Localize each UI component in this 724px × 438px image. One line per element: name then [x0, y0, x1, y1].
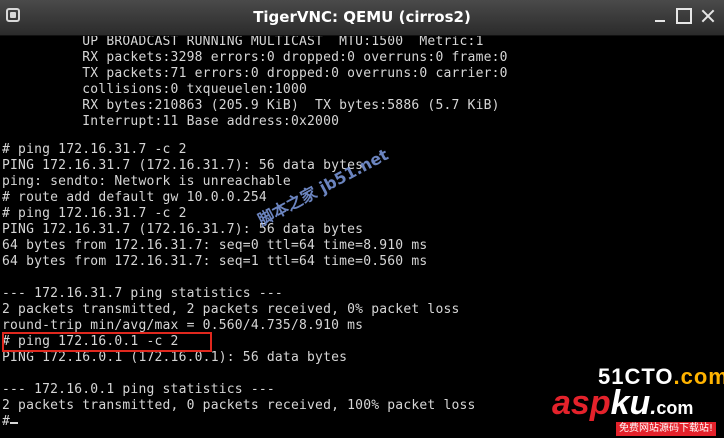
terminal-line: # ping 172.16.31.7 -c 2 — [2, 142, 187, 157]
window-titlebar[interactable]: TigerVNC: QEMU (cirros2) — [0, 0, 724, 36]
logo-com-text: com — [656, 398, 694, 418]
terminal-line: 64 bytes from 172.16.31.7: seq=0 ttl=64 … — [2, 238, 428, 253]
terminal-line: 2 packets transmitted, 2 packets receive… — [2, 302, 460, 317]
terminal-cursor — [10, 422, 18, 424]
terminal-line: --- 172.16.31.7 ping statistics --- — [2, 286, 283, 301]
terminal-line: TX packets:71 errors:0 dropped:0 overrun… — [2, 66, 508, 81]
terminal-line: Interrupt:11 Base address:0x2000 — [2, 114, 340, 129]
maximize-icon[interactable] — [676, 8, 692, 24]
logo-ku-text: ku — [610, 384, 651, 422]
watermark-logo: 51CTO.com aspku.com 免费网站源码下载站! — [540, 364, 724, 438]
terminal-line: PING 172.16.0.1 (172.16.0.1): 56 data by… — [2, 350, 348, 365]
terminal-line: UP BROADCAST RUNNING MULTICAST MTU:1500 … — [2, 36, 484, 49]
terminal-line: # ping 172.16.31.7 -c 2 — [2, 206, 187, 221]
window-controls — [652, 8, 716, 24]
terminal-line: PING 172.16.31.7 (172.16.31.7): 56 data … — [2, 222, 364, 237]
logo-aspku: aspku.com — [552, 384, 693, 423]
terminal-line: RX packets:3298 errors:0 dropped:0 overr… — [2, 50, 508, 65]
close-icon[interactable] — [700, 8, 716, 24]
terminal-line: PING 172.16.31.7 (172.16.31.7): 56 data … — [2, 158, 364, 173]
logo-subtitle: 免费网站源码下载站! — [616, 422, 717, 436]
logo-asp-text: asp — [552, 384, 611, 422]
window-title: TigerVNC: QEMU (cirros2) — [253, 8, 471, 26]
terminal-line: # route add default gw 10.0.0.254 — [2, 190, 267, 205]
terminal-prompt: # — [2, 414, 11, 429]
terminal-line: RX bytes:210863 (205.9 KiB) TX bytes:588… — [2, 98, 500, 113]
terminal-line: --- 172.16.0.1 ping statistics --- — [2, 382, 275, 397]
terminal-line: 64 bytes from 172.16.31.7: seq=1 ttl=64 … — [2, 254, 428, 269]
terminal-line: ping: sendto: Network is unreachable — [2, 174, 291, 189]
terminal-line: collisions:0 txqueuelen:1000 — [2, 82, 308, 97]
minimize-icon[interactable] — [652, 8, 668, 24]
terminal-line: 2 packets transmitted, 0 packets receive… — [2, 398, 476, 413]
highlight-box — [2, 332, 212, 352]
